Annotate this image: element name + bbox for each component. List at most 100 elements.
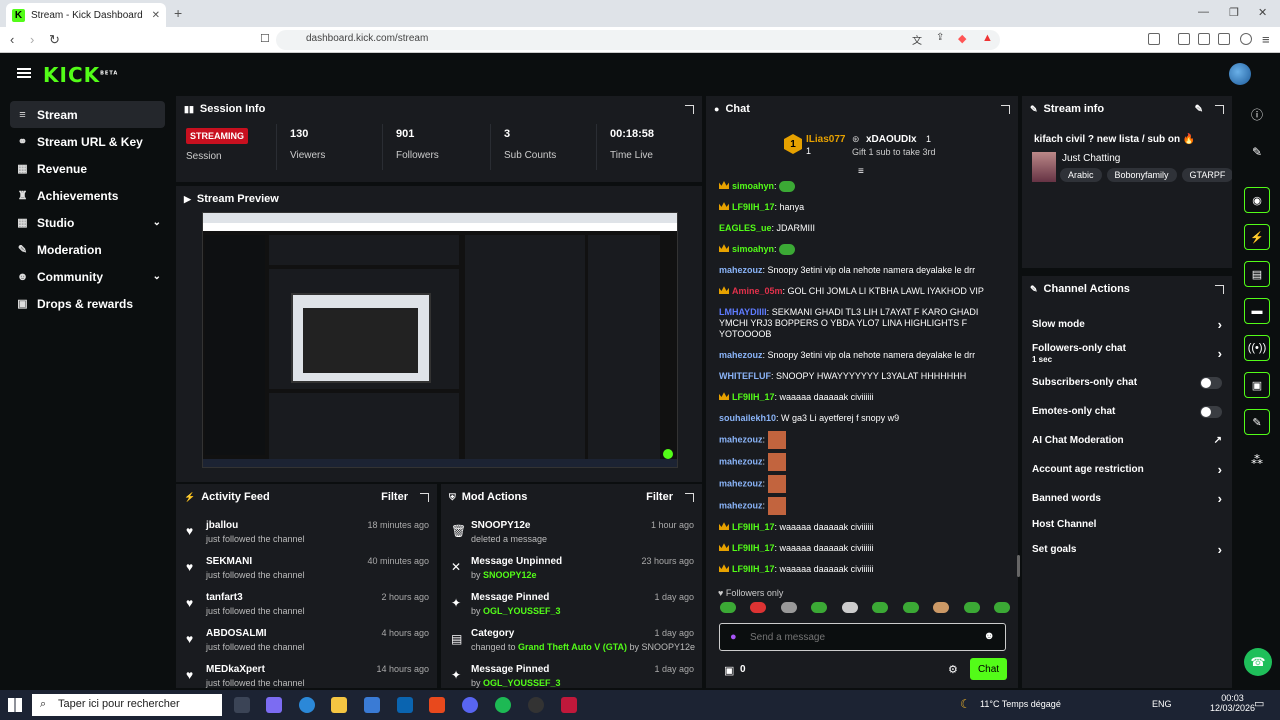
tag-chip[interactable]: GTARPF xyxy=(1181,168,1232,182)
filter-button[interactable]: Filter xyxy=(381,491,408,503)
chat-input-field[interactable]: ● ☻ xyxy=(719,623,1006,651)
url-field[interactable]: dashboard.kick.com/stream xyxy=(276,30,1000,50)
notifications-icon[interactable]: ▭ xyxy=(1254,697,1264,710)
copilot-icon[interactable] xyxy=(266,697,282,713)
activity-user[interactable]: ABDOSALMI xyxy=(206,628,267,639)
sidebar-item-studio[interactable]: ▦ Studio ⌄ xyxy=(10,209,165,236)
emote-icon[interactable] xyxy=(780,602,797,613)
ai-moderation-action[interactable]: AI Chat Moderation ↗ xyxy=(1022,426,1232,455)
discord-icon[interactable] xyxy=(462,697,478,713)
obs-icon[interactable] xyxy=(528,697,544,713)
file-explorer-icon[interactable] xyxy=(331,697,347,713)
activity-user[interactable]: tanfart3 xyxy=(206,592,243,603)
chat-settings-icon[interactable]: ⚙ xyxy=(948,663,958,676)
followers-only-action[interactable]: Followers-only chat 1 sec › xyxy=(1022,339,1232,368)
gift-sub-prompt[interactable]: Gift 1 sub to take 3rd xyxy=(852,147,936,157)
category-link[interactable]: Grand Theft Auto V (GTA) xyxy=(518,642,627,652)
emote-icon[interactable] xyxy=(993,602,1010,613)
expand-icon[interactable] xyxy=(1001,104,1010,114)
banned-words-action[interactable]: Banned words › xyxy=(1022,484,1232,513)
expand-icon[interactable] xyxy=(1215,284,1224,294)
chat-username[interactable]: EAGLES_ue xyxy=(719,223,772,233)
maximize-icon[interactable]: ❐ xyxy=(1229,6,1239,19)
expand-icon[interactable] xyxy=(420,492,429,502)
chat-scrollbar[interactable] xyxy=(1017,555,1020,577)
chat-username[interactable]: WHITEFLUF xyxy=(719,585,771,586)
wallet-icon[interactable] xyxy=(1198,33,1210,45)
back-icon[interactable]: ‹ xyxy=(10,32,14,47)
chat-username[interactable]: LF9IIH_17 xyxy=(732,522,775,532)
category-name[interactable]: Just Chatting xyxy=(1062,153,1120,164)
layout-icon[interactable]: ▣ xyxy=(1244,372,1270,398)
emote-icon[interactable] xyxy=(720,602,736,613)
wrench-icon[interactable]: ✎ xyxy=(1244,409,1270,435)
bolt-icon[interactable]: ⚡ xyxy=(1244,224,1270,250)
browser-tab[interactable]: K Stream - Kick Dashboard ✕ xyxy=(6,3,166,27)
emote-icon[interactable] xyxy=(811,602,828,613)
clock[interactable]: 00:03 12/03/2026 xyxy=(1210,693,1255,713)
share-icon[interactable]: ⇪ xyxy=(936,32,944,43)
camera-icon[interactable]: ◉ xyxy=(1244,187,1270,213)
sidebar-item-drops-rewards[interactable]: ▣ Drops & rewards xyxy=(10,290,165,317)
brave-icon[interactable] xyxy=(429,697,445,713)
broadcast-icon[interactable]: ((•)) xyxy=(1244,335,1270,361)
extension-icon[interactable] xyxy=(1148,33,1160,45)
user-avatar[interactable] xyxy=(1229,63,1251,85)
category-thumbnail[interactable] xyxy=(1032,152,1056,182)
edge-icon[interactable] xyxy=(299,697,315,713)
chat-username[interactable]: mahezouz xyxy=(719,457,763,467)
hamburger-menu-icon[interactable] xyxy=(17,68,31,70)
chat-username[interactable]: mahezouz xyxy=(719,479,763,489)
sidebar-item-community[interactable]: ☻ Community ⌄ xyxy=(10,263,165,290)
expand-icon[interactable] xyxy=(685,492,694,502)
support-button[interactable]: ☎ xyxy=(1244,648,1272,676)
chat-username[interactable]: simoahyn xyxy=(732,181,774,191)
chat-username[interactable]: mahezouz xyxy=(719,350,763,360)
emoji-icon[interactable]: ☻ xyxy=(983,630,995,642)
profile-icon[interactable] xyxy=(1240,33,1252,45)
chat-icon[interactable]: ▬ xyxy=(1244,298,1270,324)
document-icon[interactable]: ▤ xyxy=(1244,261,1270,287)
chat-username[interactable]: LF9IIH_17 xyxy=(732,543,775,553)
outlook-icon[interactable] xyxy=(397,697,413,713)
mod-action-user-link[interactable]: OGL_YOUSSEF_3 xyxy=(483,606,561,616)
chat-username[interactable]: LF9IIH_17 xyxy=(732,564,775,574)
filter-button[interactable]: Filter xyxy=(646,491,673,503)
slow-mode-action[interactable]: Slow mode › xyxy=(1022,310,1232,339)
stream-preview-video[interactable] xyxy=(202,212,678,468)
store-icon[interactable] xyxy=(364,697,380,713)
activity-user[interactable]: SEKMANI xyxy=(206,556,252,567)
task-view-icon[interactable] xyxy=(234,697,250,713)
chat-username[interactable]: LF9IIH_17 xyxy=(732,202,775,212)
subscribers-only-toggle[interactable] xyxy=(1200,376,1222,389)
chat-username[interactable]: LMHAYDIIII xyxy=(719,307,767,317)
weather-text[interactable]: 11°C Temps dégagé xyxy=(980,699,1061,709)
set-goals-action[interactable]: Set goals › xyxy=(1022,535,1232,564)
taskbar-search[interactable]: ⌕ Taper ici pour rechercher xyxy=(32,694,222,716)
spotify-icon[interactable] xyxy=(495,697,511,713)
mod-action-user-link[interactable]: SNOOPY12e xyxy=(483,570,537,580)
sidebar-item-moderation[interactable]: ✎ Moderation xyxy=(10,236,165,263)
chat-username[interactable]: WHITEFLUF xyxy=(719,371,771,381)
emote-icon[interactable] xyxy=(872,602,889,613)
chat-username[interactable]: LF9IIH_17 xyxy=(732,392,775,402)
vpn-icon[interactable] xyxy=(1218,33,1230,45)
chat-username[interactable]: mahezouz xyxy=(719,265,763,275)
forward-icon[interactable]: › xyxy=(30,32,34,47)
tag-chip[interactable]: Bobonyfamily xyxy=(1106,168,1177,182)
close-tab-icon[interactable]: ✕ xyxy=(152,10,160,21)
edit-icon[interactable]: ✎ xyxy=(1195,104,1203,115)
chat-username[interactable]: Amine_05m xyxy=(732,286,783,296)
sidebar-item-stream[interactable]: ≡ Stream xyxy=(10,101,165,128)
expand-icon[interactable] xyxy=(1215,104,1224,114)
activity-user[interactable]: MEDkaXpert xyxy=(206,664,265,675)
pencil-icon[interactable]: ✎ xyxy=(1244,139,1270,165)
emote-icon[interactable] xyxy=(963,602,980,613)
language-indicator[interactable]: ENG xyxy=(1152,699,1172,709)
brave-shield-icon[interactable]: ◆ xyxy=(958,32,966,45)
close-window-icon[interactable]: ✕ xyxy=(1258,6,1267,19)
sidebar-toggle-icon[interactable] xyxy=(1178,33,1190,45)
sidebar-item-revenue[interactable]: ▦ Revenue xyxy=(10,155,165,182)
bookmark-icon[interactable]: ☐ xyxy=(260,32,270,45)
menu-icon[interactable]: ≡ xyxy=(1262,32,1270,47)
